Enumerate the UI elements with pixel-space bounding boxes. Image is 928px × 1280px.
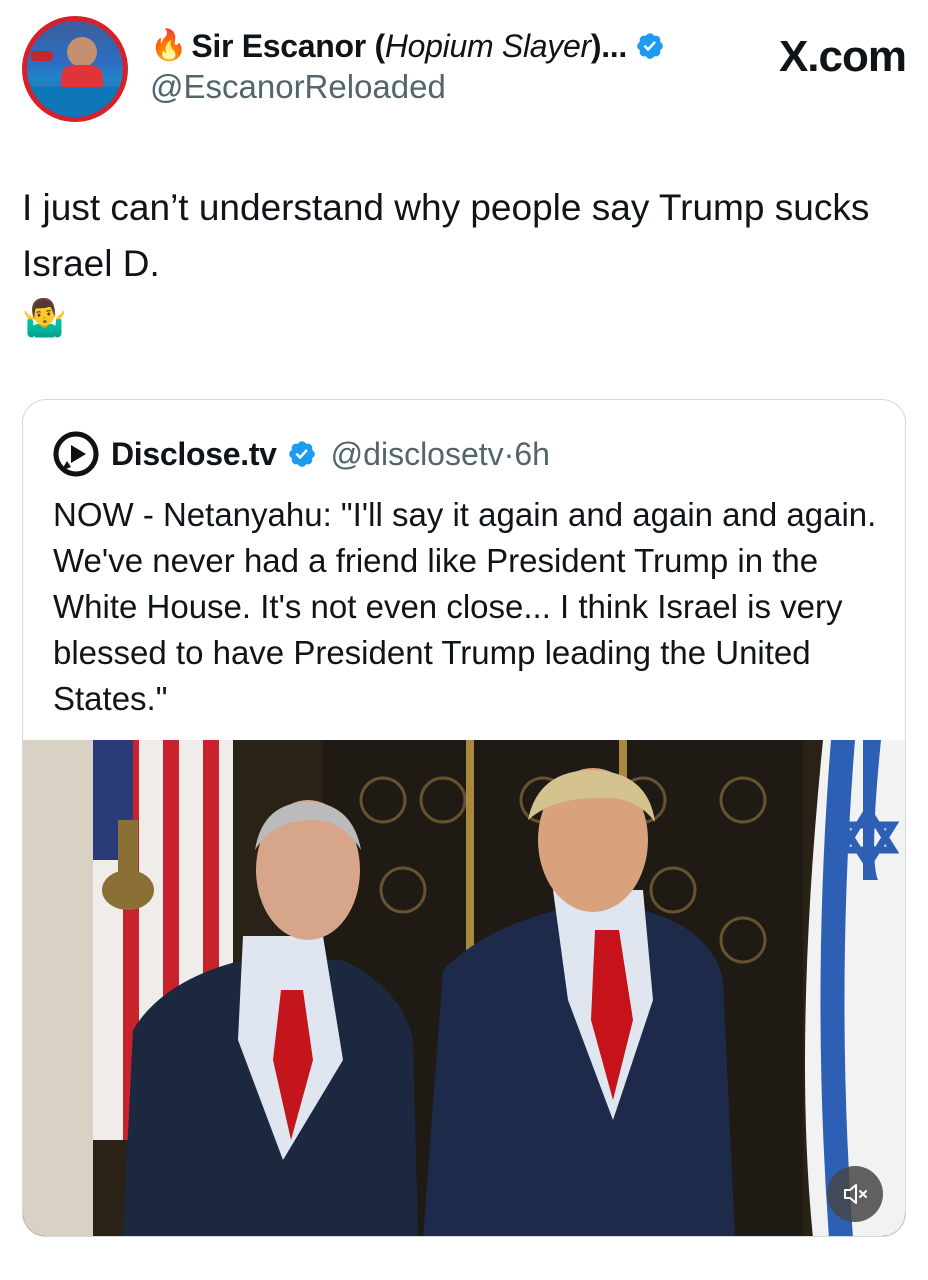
quoted-tweet-text: NOW - Netanyahu: "I'll say it again and … <box>53 496 877 717</box>
quoted-author-handle[interactable]: @disclosetv·6h <box>331 436 550 473</box>
tweet-text: I just can’t understand why people say T… <box>22 187 870 284</box>
quoted-tweet[interactable]: Disclose.tv @disclosetv·6h NOW - Netanya… <box>22 399 906 1237</box>
x-com-logo: X.com <box>778 32 907 81</box>
disclose-tv-logo-icon <box>53 431 99 477</box>
avatar-image <box>27 21 123 117</box>
verified-badge-icon <box>637 33 663 59</box>
author-handle[interactable]: @EscanorReloaded <box>150 68 446 106</box>
video-frame <box>23 740 905 1236</box>
quoted-timestamp: 6h <box>514 435 550 472</box>
verified-badge-icon <box>288 441 315 467</box>
quoted-video[interactable] <box>23 740 905 1236</box>
mute-icon <box>844 1184 867 1204</box>
author-name-row[interactable]: 🔥 Sir Escanor (Hopium Slayer)... <box>150 24 665 68</box>
tweet-header: 🔥 Sir Escanor (Hopium Slayer)... @Escano… <box>22 16 907 126</box>
mute-button[interactable] <box>827 1166 883 1222</box>
quoted-tweet-header: Disclose.tv @disclosetv·6h <box>53 430 550 478</box>
quoted-author-name[interactable]: Disclose.tv <box>111 436 277 473</box>
author-avatar[interactable] <box>22 16 128 122</box>
author-display-name: Sir Escanor (Hopium Slayer)... <box>191 27 627 64</box>
shrug-emoji: 🤷‍♂️ <box>22 297 67 338</box>
fire-emoji: 🔥 <box>150 29 188 62</box>
time-separator: · <box>503 435 515 472</box>
